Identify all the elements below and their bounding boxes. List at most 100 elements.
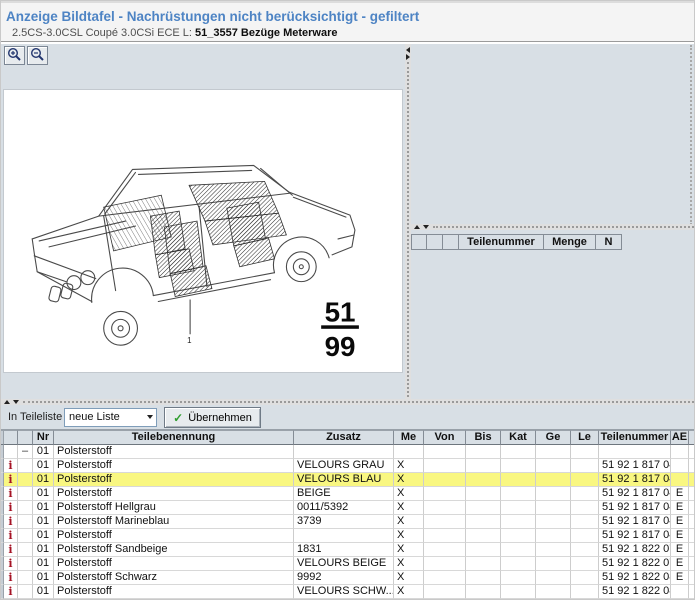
- expand-toggle[interactable]: [18, 515, 33, 529]
- col-header-kat[interactable]: Kat: [501, 430, 536, 445]
- car-drawing: 1 51 99: [4, 90, 402, 372]
- cell-bis: [466, 571, 501, 585]
- bildtafel-image[interactable]: 1 51 99: [3, 89, 403, 373]
- collapse-down-icon[interactable]: [423, 225, 429, 229]
- table-row[interactable]: i01PolsterstoffVELOURS SCHW...X51 92 1 8…: [1, 585, 695, 599]
- zoom-out-icon: [30, 47, 45, 65]
- collapse-up-icon[interactable]: [414, 225, 420, 229]
- cell-teilenummer: 51 92 1 817 041: [599, 459, 671, 473]
- info-icon[interactable]: i: [4, 543, 18, 557]
- page-header: Anzeige Bildtafel - Nachrüstungen nicht …: [1, 1, 695, 42]
- right-scrollbar[interactable]: [690, 45, 694, 225]
- col-header-bis[interactable]: Bis: [466, 430, 501, 445]
- collapse-left-icon[interactable]: [406, 47, 410, 53]
- cell-le: [571, 557, 599, 571]
- cell-bis: [466, 445, 501, 459]
- cell-teilebenennung: Polsterstoff Schwarz: [54, 571, 294, 585]
- table-row[interactable]: i01PolsterstoffVELOURS BEIGEX51 92 1 822…: [1, 557, 695, 571]
- cell-kat: [501, 585, 536, 599]
- cell-kat: [501, 501, 536, 515]
- table-row[interactable]: i01Polsterstoff Marineblau3739X51 92 1 8…: [1, 515, 695, 529]
- info-icon[interactable]: i: [4, 501, 18, 515]
- cell-teilenummer: 51 92 1 817 043: [599, 487, 671, 501]
- cell-end: [689, 501, 695, 515]
- mini-col-menge: Menge: [544, 234, 596, 250]
- col-header-empty[interactable]: [689, 430, 695, 445]
- col-header-ge[interactable]: Ge: [536, 430, 571, 445]
- table-row[interactable]: i01PolsterstoffX51 92 1 817 046E: [1, 529, 695, 543]
- expand-toggle[interactable]: [18, 487, 33, 501]
- cell-zusatz: 1831: [294, 543, 394, 557]
- cell-le: [571, 487, 599, 501]
- col-header-zusatz[interactable]: Zusatz: [294, 430, 394, 445]
- cell-kat: [501, 473, 536, 487]
- expand-toggle[interactable]: [18, 473, 33, 487]
- teileliste-dropdown[interactable]: neue Liste: [64, 408, 157, 427]
- cell-von: [424, 487, 466, 501]
- cell-nr: 01: [33, 473, 54, 487]
- cell-nr: 01: [33, 543, 54, 557]
- col-header-ae[interactable]: AE: [671, 430, 689, 445]
- workspace: 1 51 99: [1, 44, 695, 399]
- zoom-out-button[interactable]: [27, 46, 48, 65]
- info-icon[interactable]: [4, 445, 18, 459]
- table-row-selected[interactable]: i01PolsterstoffVELOURS BLAUX51 92 1 817 …: [1, 473, 695, 487]
- collapse-right-icon[interactable]: [406, 54, 410, 60]
- expand-toggle[interactable]: [18, 543, 33, 557]
- expand-toggle[interactable]: [18, 571, 33, 585]
- uebernehmen-button[interactable]: ✓ Übernehmen: [164, 407, 261, 428]
- col-header-nr[interactable]: Nr: [33, 430, 54, 445]
- cell-zusatz: VELOURS BEIGE: [294, 557, 394, 571]
- expand-toggle[interactable]: [18, 557, 33, 571]
- col-header-teilebenennung[interactable]: Teilebenennung: [54, 430, 294, 445]
- parts-table-header: NrTeilebenennungZusatzMeVonBisKatGeLeTei…: [1, 430, 695, 445]
- cell-kat: [501, 557, 536, 571]
- zoom-in-button[interactable]: [4, 46, 25, 65]
- app-window: Anzeige Bildtafel - Nachrüstungen nicht …: [0, 0, 695, 600]
- col-header-von[interactable]: Von: [424, 430, 466, 445]
- cell-teilebenennung: Polsterstoff Sandbeige: [54, 543, 294, 557]
- col-header-empty[interactable]: [4, 430, 18, 445]
- table-row[interactable]: i01PolsterstoffBEIGEX51 92 1 817 043E: [1, 487, 695, 501]
- collapse-up-icon[interactable]: [4, 400, 10, 404]
- cell-bis: [466, 501, 501, 515]
- cell-teilenummer: [599, 445, 671, 459]
- expand-toggle[interactable]: [18, 585, 33, 599]
- cell-le: [571, 459, 599, 473]
- expand-toggle[interactable]: [18, 459, 33, 473]
- uebernehmen-label: Übernehmen: [188, 412, 252, 424]
- col-header-empty[interactable]: [18, 430, 33, 445]
- info-icon[interactable]: i: [4, 459, 18, 473]
- cell-le: [571, 501, 599, 515]
- info-icon[interactable]: i: [4, 487, 18, 501]
- info-icon[interactable]: i: [4, 529, 18, 543]
- cell-bis: [466, 459, 501, 473]
- cell-teilebenennung: Polsterstoff: [54, 585, 294, 599]
- cell-zusatz: 0011/5392: [294, 501, 394, 515]
- cell-le: [571, 543, 599, 557]
- cell-teilenummer: 51 92 1 817 044: [599, 501, 671, 515]
- cell-teilebenennung: Polsterstoff: [54, 473, 294, 487]
- expand-toggle[interactable]: [18, 529, 33, 543]
- table-row[interactable]: i01Polsterstoff Schwarz9992X51 92 1 822 …: [1, 571, 695, 585]
- info-icon[interactable]: i: [4, 557, 18, 571]
- col-header-le[interactable]: Le: [571, 430, 599, 445]
- cell-bis: [466, 557, 501, 571]
- info-icon[interactable]: i: [4, 585, 18, 599]
- table-row[interactable]: –01Polsterstoff: [1, 445, 695, 459]
- collapse-down-icon[interactable]: [13, 400, 19, 404]
- table-row[interactable]: i01PolsterstoffVELOURS GRAUX51 92 1 817 …: [1, 459, 695, 473]
- col-header-me[interactable]: Me: [394, 430, 424, 445]
- expand-toggle[interactable]: –: [18, 445, 33, 459]
- info-icon[interactable]: i: [4, 515, 18, 529]
- expand-toggle[interactable]: [18, 501, 33, 515]
- info-icon[interactable]: i: [4, 473, 18, 487]
- table-row[interactable]: i01Polsterstoff Sandbeige1831X51 92 1 82…: [1, 543, 695, 557]
- info-icon[interactable]: i: [4, 571, 18, 585]
- selection-panel: TeilenummerMengeN: [411, 44, 695, 399]
- table-row[interactable]: i01Polsterstoff Hellgrau0011/5392X51 92 …: [1, 501, 695, 515]
- cell-von: [424, 515, 466, 529]
- horizontal-splitter-right[interactable]: [411, 224, 695, 230]
- cell-nr: 01: [33, 487, 54, 501]
- col-header-teilenummer[interactable]: Teilenummer: [599, 430, 671, 445]
